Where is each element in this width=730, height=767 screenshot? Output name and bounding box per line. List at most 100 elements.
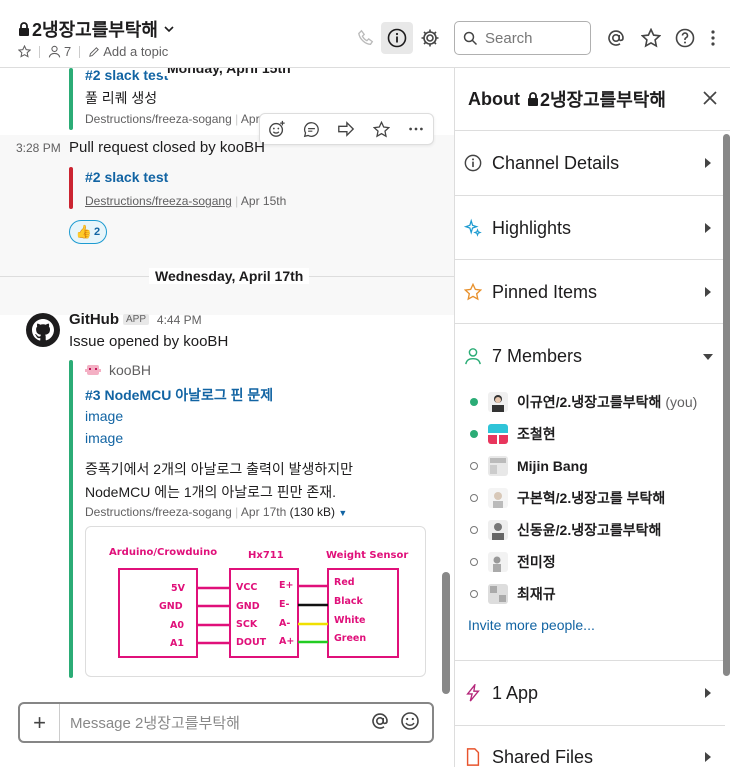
wiring-diagram-image[interactable]: Arduino/Crowduino Hx711 Weight Sensor 5V… [85,526,426,677]
diagram-right-title: Weight Sensor [326,550,408,561]
lightning-icon [466,684,480,702]
settings-button[interactable] [414,22,446,54]
star-icon [18,45,31,58]
message-list-scrollbar[interactable] [442,572,450,694]
prev-repo[interactable]: Destructions/freeza-sogang [85,112,232,126]
member-item[interactable]: 신동윤/2.냉장고를부탁해 [470,518,661,542]
diagram-pin: A1 [170,638,184,649]
saved-items-button[interactable] [635,22,667,54]
diagram-pin: A+ [279,636,294,647]
message-timestamp[interactable]: 4:44 PM [157,313,202,327]
member-count-button[interactable]: 7 [48,44,71,59]
section-shared-files[interactable]: Shared Files [455,725,725,767]
section-members[interactable]: 7 Members [455,324,725,388]
date-divider-2[interactable]: Wednesday, April 17th [149,268,310,284]
section-channel-details[interactable]: Channel Details [455,131,725,195]
member-item[interactable]: 조철현 [470,422,556,446]
reaction-emoji: 👍 [75,224,93,239]
avatar [488,424,508,444]
channel-title[interactable]: 2냉장고를부탁해 [18,16,174,42]
invite-people-link[interactable]: Invite more people... [468,617,595,633]
member-item[interactable]: 최재규 [470,582,556,606]
issue-title-link[interactable]: #3 NodeMCU 아날로그 핀 문제 [85,385,273,405]
at-sign-icon [608,30,624,46]
diagram-pin: E+ [279,580,293,591]
image-link[interactable]: image [85,430,123,446]
save-message-button[interactable] [367,120,395,138]
info-icon [387,28,407,48]
message-list[interactable]: #2 slack test 풀 리퀘 생성 Destructions/freez… [0,68,454,690]
share-message-button[interactable] [332,120,360,138]
member-item[interactable]: 구본혁/2.냉장고를 부탁해 [470,486,665,510]
diagram-pin: A- [279,618,290,629]
message-timestamp[interactable]: 3:28 PM [16,141,61,155]
section-label: Pinned Items [492,281,598,302]
close-icon [703,91,717,105]
close-panel-button[interactable] [700,88,720,113]
presence-away-icon [470,590,478,598]
diagram-pin: GND [236,601,260,612]
search-input[interactable]: Search [454,21,591,55]
avatar [488,488,508,508]
github-avatar[interactable] [25,312,61,348]
emoji-icon [401,712,419,730]
avatar [488,552,508,572]
search-placeholder: Search [485,29,533,47]
sender-name[interactable]: GitHub [69,311,119,328]
add-reaction-button[interactable] [263,120,291,138]
section-label: 1 App [492,682,539,703]
file-size: (130 kB) [289,505,335,519]
emoji-button[interactable] [400,711,420,734]
star-icon [372,120,390,137]
avatar [488,584,508,604]
issue-body-line: NodeMCU 에는 1개의 아날로그 핀만 존재. [85,484,337,500]
more-menu-button[interactable] [697,22,729,54]
reply-thread-button[interactable] [298,121,326,138]
member-name: 신동윤/2.냉장고를부탁해 [517,522,662,538]
mention-button[interactable] [370,711,390,734]
attachment-author[interactable]: kooBH [109,362,151,378]
member-item[interactable]: 이규연/2.냉장고를부탁해 (you) [470,390,697,414]
image-link[interactable]: image [85,408,123,424]
add-topic-button[interactable]: Add a topic [88,44,168,59]
attach-button[interactable]: + [20,704,60,741]
thread-icon [304,121,320,137]
channel-name: 2냉장고를부탁해 [32,20,158,40]
message-text: Pull request closed by kooBH [69,139,265,156]
star-channel-button[interactable] [18,45,31,58]
attachment-date: Apr 15th [240,194,287,208]
more-actions-button[interactable] [402,120,430,138]
reaction-thumbsup[interactable]: 👍 2 [69,220,107,244]
diagram-pin: Red [334,577,355,588]
section-pinned-items[interactable]: Pinned Items [455,260,725,324]
call-button[interactable] [350,22,382,54]
date-divider-1[interactable]: Monday, April 15th [161,68,297,76]
message-composer[interactable]: + Message 2냉장고를부탁해 [18,702,434,743]
channel-meta: 7 Add a topic [18,44,168,59]
panel-scrollbar[interactable] [723,134,730,676]
message-input[interactable]: Message 2냉장고를부탁해 [60,712,370,733]
panel-channel-name: 2냉장고를부탁해 [539,90,666,110]
presence-away-icon [470,526,478,534]
attachment-bar [69,68,73,130]
member-item[interactable]: 전미정 [470,550,556,574]
caret-down-icon[interactable]: ▼ [338,508,347,518]
search-icon [463,31,478,45]
avatar [488,456,508,476]
panel-title: About [468,88,520,109]
hovered-message-bg [0,135,454,315]
person-icon [465,348,481,365]
channel-info-button[interactable] [381,22,413,54]
section-apps[interactable]: 1 App [455,661,725,725]
sparkle-icon [464,218,482,237]
attachment-repo[interactable]: Destructions/freeza-sogang [85,194,232,208]
mentions-button[interactable] [600,22,632,54]
attachment-link[interactable]: #2 slack test [85,169,168,185]
diagram-pin: E- [279,599,289,610]
prev-attachment-link[interactable]: #2 slack test [85,68,168,83]
member-item[interactable]: Mijin Bang [470,454,588,478]
star-icon [641,28,661,48]
details-panel: About 2냉장고를부탁해 Channel Details Highlight… [454,68,730,767]
section-highlights[interactable]: Highlights [455,196,725,260]
attachment-repo[interactable]: Destructions/freeza-sogang [85,505,232,519]
